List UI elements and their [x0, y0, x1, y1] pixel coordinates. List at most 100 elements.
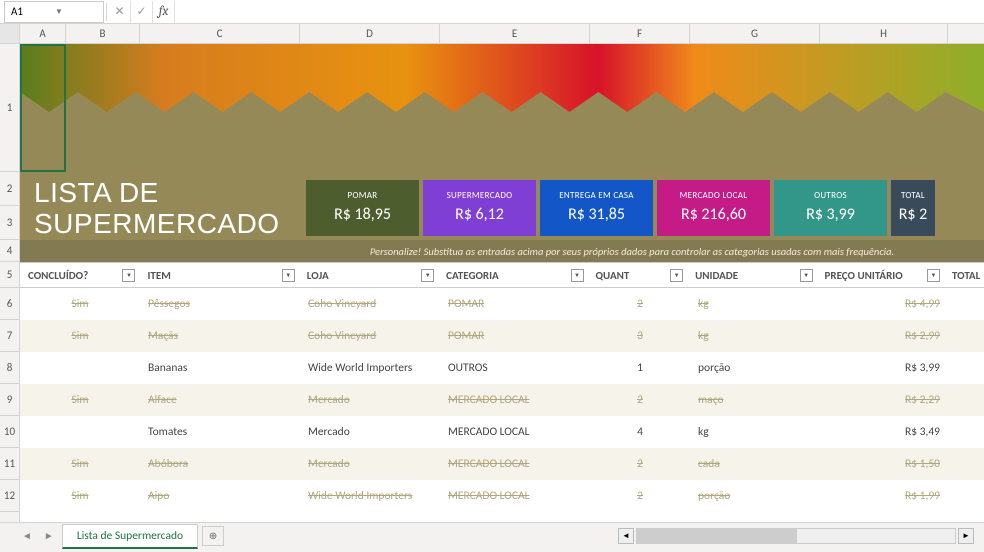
cell-categoria[interactable]: MERCADO LOCAL	[440, 393, 590, 407]
fx-icon[interactable]: fx	[153, 1, 175, 23]
cell-unidade[interactable]: kg	[690, 329, 820, 343]
scroll-left-button[interactable]: ◄	[618, 528, 634, 544]
cell-preco[interactable]: R$ 3,99	[820, 361, 948, 375]
col-header[interactable]: B	[66, 24, 140, 43]
cell-unidade[interactable]: porção	[690, 489, 820, 503]
cancel-icon[interactable]: ✕	[109, 1, 131, 23]
filter-icon[interactable]: ▼	[800, 269, 813, 282]
cell-categoria[interactable]: MERCADO LOCAL	[440, 489, 590, 503]
table-row[interactable]: SimPêssegosCoho VineyardPOMAR2kgR$ 4,99	[20, 288, 984, 320]
scroll-track[interactable]	[636, 528, 956, 544]
filter-icon[interactable]: ▼	[122, 269, 135, 282]
filter-icon[interactable]: ▼	[927, 269, 940, 282]
table-row[interactable]: SimAbóboraMercadoMERCADO LOCAL2cadaR$ 1,…	[20, 448, 984, 480]
chevron-down-icon[interactable]: ▼	[55, 7, 97, 17]
cell-quant[interactable]: 1	[590, 361, 690, 375]
cell-item[interactable]: Abóbora	[140, 457, 300, 471]
row-header[interactable]: 5	[0, 262, 19, 288]
cell-item[interactable]: Maçãs	[140, 329, 300, 343]
formula-input[interactable]	[175, 1, 984, 23]
table-row[interactable]: TomatesMercadoMERCADO LOCAL4kgR$ 3,49	[20, 416, 984, 448]
row-header[interactable]: 3	[0, 206, 19, 240]
row-header[interactable]: 10	[0, 416, 19, 448]
col-header[interactable]: G	[690, 24, 820, 43]
filter-icon[interactable]: ▼	[571, 269, 584, 282]
cell-item[interactable]: Aipo	[140, 489, 300, 503]
cell-categoria[interactable]: MERCADO LOCAL	[440, 457, 590, 471]
cell-preco[interactable]: R$ 2,99	[820, 329, 948, 343]
col-header[interactable]: D	[300, 24, 440, 43]
cell-concluido[interactable]: Sim	[20, 329, 140, 343]
cell-unidade[interactable]: kg	[690, 297, 820, 311]
table-row[interactable]: SimAlfaceMercadoMERCADO LOCAL2maçoR$ 2,2…	[20, 384, 984, 416]
cell-preco[interactable]: R$ 3,49	[820, 425, 948, 439]
th-categoria[interactable]: CATEGORIA▼	[438, 263, 587, 287]
th-item[interactable]: ITEM▼	[139, 263, 298, 287]
cell-concluido[interactable]: Sim	[20, 297, 140, 311]
select-all-corner[interactable]	[0, 24, 20, 43]
filter-icon[interactable]: ▼	[670, 269, 683, 282]
cell-loja[interactable]: Wide World Importers	[300, 489, 440, 503]
cell-preco[interactable]: R$ 1,99	[820, 489, 948, 503]
cell-item[interactable]: Alface	[140, 393, 300, 407]
table-row[interactable]: SimMaçãsCoho VineyardPOMAR3kgR$ 2,99	[20, 320, 984, 352]
cell-concluido[interactable]: Sim	[20, 457, 140, 471]
th-concluido[interactable]: CONCLUÍDO?▼	[20, 263, 139, 287]
row-header[interactable]: 7	[0, 320, 19, 352]
cell-unidade[interactable]: porção	[690, 361, 820, 375]
col-header[interactable]: H	[820, 24, 948, 43]
row-header[interactable]: 9	[0, 384, 19, 416]
cell-item[interactable]: Bananas	[140, 361, 300, 375]
cell-loja[interactable]: Mercado	[300, 457, 440, 471]
row-header[interactable]: 8	[0, 352, 19, 384]
cell-item[interactable]: Tomates	[140, 425, 300, 439]
scroll-thumb[interactable]	[637, 529, 797, 543]
add-sheet-button[interactable]: ⊕	[202, 526, 224, 546]
scroll-right-button[interactable]: ►	[958, 528, 974, 544]
col-header[interactable]: A	[20, 24, 66, 43]
row-header[interactable]: 4	[0, 240, 19, 262]
row-header[interactable]: 1	[0, 44, 19, 172]
cell-loja[interactable]: Coho Vineyard	[300, 297, 440, 311]
th-total[interactable]: TOTAL	[944, 263, 984, 287]
row-header[interactable]: 2	[0, 172, 19, 206]
th-unidade[interactable]: UNIDADE▼	[687, 263, 816, 287]
cell-quant[interactable]: 3	[590, 329, 690, 343]
spreadsheet-area[interactable]: LISTA DE SUPERMERCADO POMARR$ 18,95SUPER…	[20, 44, 984, 522]
filter-icon[interactable]: ▼	[282, 269, 295, 282]
filter-icon[interactable]: ▼	[421, 269, 434, 282]
tab-nav-next-icon[interactable]: ►	[40, 529, 58, 542]
row-header[interactable]: 12	[0, 480, 19, 512]
cell-quant[interactable]: 2	[590, 457, 690, 471]
cell-preco[interactable]: R$ 4,99	[820, 297, 948, 311]
sheet-tab[interactable]: Lista de Supermercado	[62, 524, 198, 549]
row-header[interactable]: 6	[0, 288, 19, 320]
confirm-icon[interactable]: ✓	[131, 1, 153, 23]
cell-quant[interactable]: 2	[590, 393, 690, 407]
row-header[interactable]: 11	[0, 448, 19, 480]
col-header[interactable]: C	[140, 24, 300, 43]
cell-unidade[interactable]: maço	[690, 393, 820, 407]
cell-loja[interactable]: Coho Vineyard	[300, 329, 440, 343]
table-row[interactable]: SimAipoWide World ImportersMERCADO LOCAL…	[20, 480, 984, 512]
cell-preco[interactable]: R$ 1,50	[820, 457, 948, 471]
cell-concluido[interactable]: Sim	[20, 489, 140, 503]
col-header[interactable]: F	[590, 24, 690, 43]
cell-categoria[interactable]: OUTROS	[440, 361, 590, 375]
cell-quant[interactable]: 2	[590, 489, 690, 503]
cell-loja[interactable]: Wide World Importers	[300, 361, 440, 375]
name-box[interactable]: A1 ▼	[4, 1, 104, 23]
cell-loja[interactable]: Mercado	[300, 425, 440, 439]
cell-unidade[interactable]: kg	[690, 425, 820, 439]
tab-nav-prev-icon[interactable]: ◄	[18, 529, 36, 542]
cell-categoria[interactable]: MERCADO LOCAL	[440, 425, 590, 439]
cell-categoria[interactable]: POMAR	[440, 329, 590, 343]
col-header[interactable]: E	[440, 24, 590, 43]
cell-item[interactable]: Pêssegos	[140, 297, 300, 311]
cell-categoria[interactable]: POMAR	[440, 297, 590, 311]
table-row[interactable]: BananasWide World ImportersOUTROS1porção…	[20, 352, 984, 384]
cell-quant[interactable]: 2	[590, 297, 690, 311]
cell-unidade[interactable]: cada	[690, 457, 820, 471]
th-preco[interactable]: PREÇO UNITÁRIO▼	[817, 263, 944, 287]
cell-quant[interactable]: 4	[590, 425, 690, 439]
